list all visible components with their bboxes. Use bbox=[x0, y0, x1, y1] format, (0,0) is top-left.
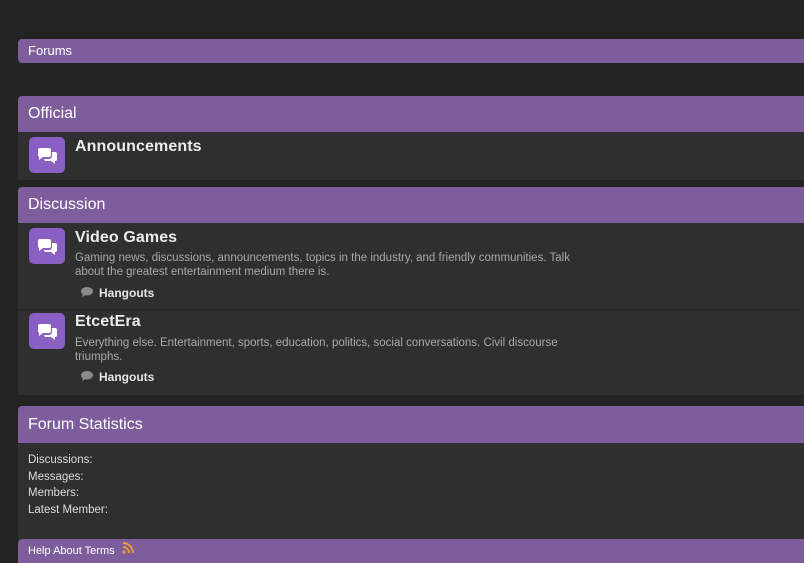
rss-icon[interactable] bbox=[122, 539, 134, 563]
chat-bubbles-icon bbox=[29, 228, 65, 264]
forum-description: Everything else. Entertainment, sports, … bbox=[75, 337, 558, 363]
stat-discussions-label: Discussions: bbox=[28, 454, 93, 466]
footer-links-label[interactable]: Help About Terms bbox=[28, 545, 115, 557]
category-body-discussion: Video Games Gaming news, discussions, an… bbox=[18, 223, 804, 395]
forum-row-video-games[interactable]: Video Games Gaming news, discussions, an… bbox=[18, 223, 804, 307]
forum-description: Gaming news, discussions, announcements,… bbox=[75, 252, 570, 278]
category-title[interactable]: Official bbox=[28, 105, 77, 122]
statistics-title: Forum Statistics bbox=[28, 416, 143, 433]
stat-messages-label: Messages: bbox=[28, 471, 84, 483]
chat-bubbles-icon bbox=[29, 137, 65, 173]
statistics-header: Forum Statistics bbox=[18, 406, 804, 443]
forum-title-etcetera[interactable]: EtcetEra bbox=[75, 313, 141, 331]
forum-row-announcements[interactable]: Announcements bbox=[18, 132, 804, 180]
footer-links[interactable]: Help About Terms bbox=[18, 539, 804, 563]
breadcrumb-forums-link[interactable]: Forums bbox=[28, 43, 72, 58]
stat-members-label: Members: bbox=[28, 487, 80, 499]
forum-row-etcetera[interactable]: EtcetEra Everything else. Entertainment,… bbox=[18, 309, 804, 395]
forum-title-video-games[interactable]: Video Games bbox=[75, 229, 177, 247]
speech-bubble-icon bbox=[80, 370, 94, 385]
forum-title-announcements[interactable]: Announcements bbox=[75, 138, 202, 156]
chat-bubbles-icon bbox=[29, 313, 65, 349]
subforum-link-hangouts[interactable]: Hangouts bbox=[80, 286, 154, 301]
subforum-label[interactable]: Hangouts bbox=[99, 286, 154, 300]
subforum-label[interactable]: Hangouts bbox=[99, 370, 154, 384]
category-title[interactable]: Discussion bbox=[28, 196, 105, 213]
subforum-link-hangouts[interactable]: Hangouts bbox=[80, 370, 154, 385]
category-header-official[interactable]: Official bbox=[18, 96, 804, 132]
speech-bubble-icon bbox=[80, 286, 94, 301]
category-body-official: Announcements bbox=[18, 132, 804, 180]
stat-latest-member-label: Latest Member: bbox=[28, 504, 108, 516]
breadcrumb[interactable]: Forums bbox=[18, 39, 804, 63]
statistics-body: Discussions: Messages: Members: Latest M… bbox=[18, 443, 804, 539]
category-header-discussion[interactable]: Discussion bbox=[18, 187, 804, 223]
